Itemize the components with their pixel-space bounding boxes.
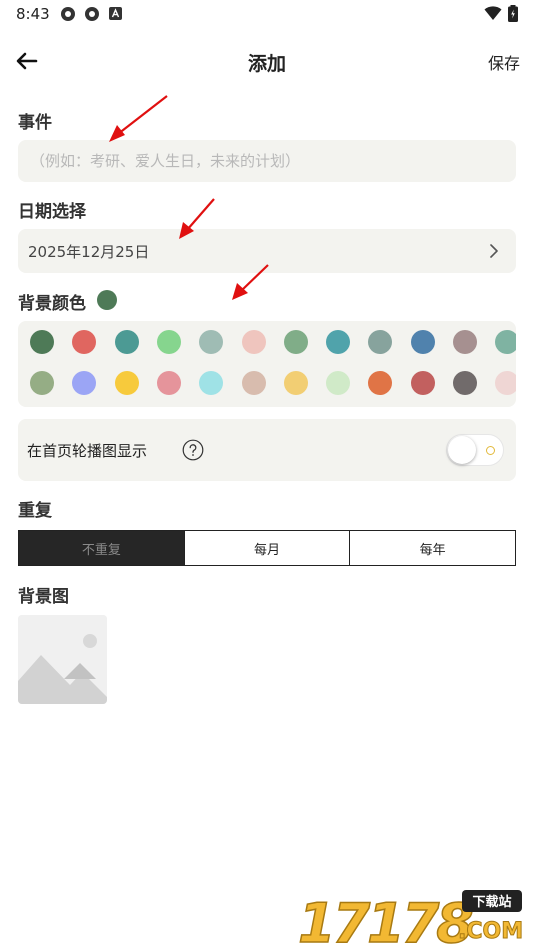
color-swatch[interactable] xyxy=(283,371,308,395)
color-swatch[interactable] xyxy=(410,330,435,354)
color-swatch[interactable] xyxy=(241,330,266,354)
repeat-option-none[interactable]: 不重复 xyxy=(19,531,185,565)
color-swatch[interactable] xyxy=(368,371,393,395)
color-swatch[interactable] xyxy=(114,330,139,354)
color-swatch[interactable] xyxy=(199,371,224,395)
color-swatch[interactable] xyxy=(30,371,54,395)
color-swatch[interactable] xyxy=(156,371,181,395)
repeat-option-monthly[interactable]: 每月 xyxy=(185,531,351,565)
repeat-segmented-control: 不重复 每月 每年 xyxy=(18,530,516,566)
status-bar: 8:43 xyxy=(0,0,534,28)
selected-color-indicator xyxy=(97,290,117,310)
svg-text:17178: 17178 xyxy=(298,892,472,946)
app-header: 添加 保存 xyxy=(0,40,534,84)
background-image-label: 背景图 xyxy=(18,587,69,607)
annotation-arrow xyxy=(109,95,168,142)
annotation-arrow xyxy=(179,198,215,239)
svg-text:.COM: .COM xyxy=(458,919,523,942)
repeat-label: 重复 xyxy=(18,501,52,521)
page-title: 添加 xyxy=(247,53,286,75)
annotation-arrow xyxy=(232,264,269,300)
image-placeholder-icon xyxy=(18,615,107,704)
color-swatch[interactable] xyxy=(453,371,477,395)
background-image-picker[interactable] xyxy=(18,615,107,704)
watermark-domain: .COM xyxy=(458,919,524,943)
color-swatch[interactable] xyxy=(283,330,308,354)
color-swatch[interactable] xyxy=(495,330,516,354)
color-swatch[interactable] xyxy=(326,371,351,395)
color-swatch[interactable] xyxy=(495,371,516,395)
color-swatch[interactable] xyxy=(241,371,266,395)
app-notification-icon xyxy=(85,7,99,21)
event-label: 事件 xyxy=(18,113,52,133)
watermark-logo: 17178 下载站 .COM xyxy=(297,886,528,950)
color-swatch[interactable] xyxy=(410,371,435,395)
event-field xyxy=(18,140,516,182)
toggle-knob xyxy=(448,436,476,464)
color-palette xyxy=(18,321,516,407)
wifi-icon xyxy=(484,6,502,20)
toggle-off-indicator xyxy=(486,446,495,455)
color-swatch[interactable] xyxy=(156,330,181,354)
app-a-icon xyxy=(109,7,122,20)
color-swatch[interactable] xyxy=(114,371,139,395)
color-swatch[interactable] xyxy=(368,330,393,354)
date-value: 2025年12月25日 xyxy=(28,243,150,261)
app-notification-icon xyxy=(61,7,75,21)
status-time: 8:43 xyxy=(16,5,50,23)
save-button[interactable]: 保存 xyxy=(488,50,520,74)
battery-icon xyxy=(508,5,518,22)
carousel-label: 在首页轮播图显示 xyxy=(27,442,148,460)
watermark-badge: 下载站 xyxy=(462,890,522,912)
help-icon[interactable] xyxy=(182,439,204,461)
color-swatch[interactable] xyxy=(453,330,477,354)
event-input[interactable] xyxy=(18,140,516,182)
color-swatch[interactable] xyxy=(199,330,224,354)
date-label: 日期选择 xyxy=(18,202,86,222)
repeat-option-yearly[interactable]: 每年 xyxy=(350,531,515,565)
svg-text:下载站: 下载站 xyxy=(472,894,511,910)
color-swatch[interactable] xyxy=(72,330,97,354)
color-swatch[interactable] xyxy=(326,330,351,354)
carousel-setting-row: 在首页轮播图显示 xyxy=(18,419,516,481)
chevron-right-icon xyxy=(490,244,498,258)
color-swatch[interactable] xyxy=(30,330,54,354)
color-swatch[interactable] xyxy=(72,371,97,395)
background-color-label: 背景颜色 xyxy=(18,294,86,314)
carousel-toggle[interactable] xyxy=(446,434,504,466)
